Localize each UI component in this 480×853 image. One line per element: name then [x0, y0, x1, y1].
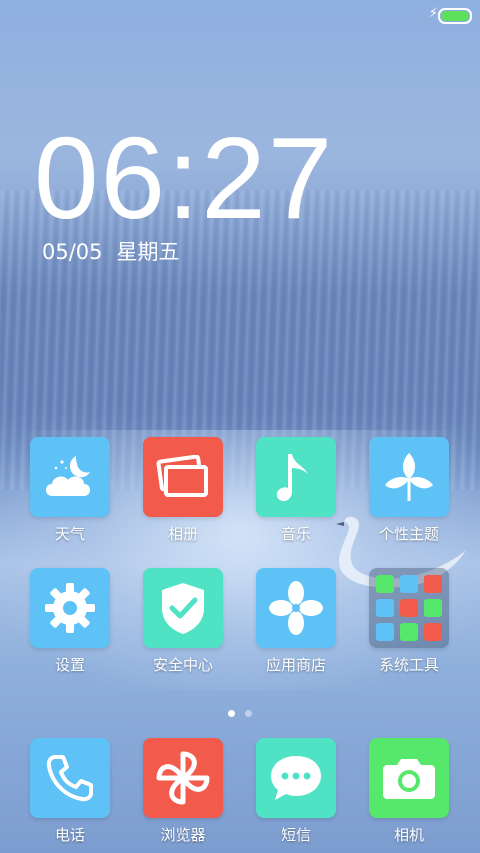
app-label: 相机 [393, 826, 424, 844]
battery-icon [438, 8, 472, 24]
camera-icon [369, 738, 449, 818]
app-label: 天气 [54, 525, 85, 543]
app-themes[interactable]: 个性主题 [354, 437, 464, 544]
app-label: 系统工具 [378, 656, 439, 674]
app-label: 音乐 [280, 525, 311, 543]
camera-mini-icon [376, 623, 394, 641]
app-store-pinwheel-icon [256, 568, 336, 648]
contacts-mini-icon [376, 575, 394, 593]
app-store[interactable]: 应用商店 [241, 568, 351, 675]
phone-icon [30, 738, 110, 818]
music-note-icon [256, 437, 336, 517]
app-label: 短信 [280, 826, 311, 844]
dock-messages[interactable]: 短信 [241, 738, 351, 845]
robot-mini-icon [376, 599, 394, 617]
recorder-mini-icon [400, 623, 418, 641]
security-shield-icon [143, 568, 223, 648]
folder-system-tools[interactable]: 系统工具 [354, 568, 464, 675]
app-label: 浏览器 [160, 826, 206, 844]
dock-browser[interactable]: 浏览器 [128, 738, 238, 845]
status-bar: ⚡ [0, 0, 480, 28]
app-label: 电话 [54, 826, 85, 844]
app-label: 安全中心 [152, 656, 213, 674]
browser-pinwheel-icon [143, 738, 223, 818]
charging-icon: ⚡ [428, 6, 438, 21]
app-label: 设置 [54, 656, 85, 674]
page-dot-2[interactable] [245, 710, 252, 717]
app-settings[interactable]: 设置 [15, 568, 125, 675]
app-gallery[interactable]: 相册 [128, 437, 238, 544]
notes-mini-icon [400, 575, 418, 593]
clock-time: 06:27 [34, 113, 335, 243]
bear-mini-icon [400, 599, 418, 617]
gallery-icon [143, 437, 223, 517]
clock-date: 05/05 星期五 [42, 236, 180, 266]
folder-icon [369, 568, 449, 648]
calendar-mini-icon [424, 575, 442, 593]
page-indicator [0, 702, 480, 721]
app-label: 应用商店 [265, 656, 326, 674]
compass-mini-icon [424, 623, 442, 641]
theme-leaf-icon [369, 437, 449, 517]
page-dot-1[interactable] [228, 710, 235, 717]
weekday-text: 星期五 [116, 240, 180, 264]
battery-level [441, 11, 469, 21]
message-bubble-icon [256, 738, 336, 818]
dock-camera[interactable]: 相机 [354, 738, 464, 845]
app-label: 相册 [167, 525, 198, 543]
settings-gear-icon [30, 568, 110, 648]
date-text: 05/05 [42, 240, 103, 264]
weather-icon [30, 437, 110, 517]
app-security[interactable]: 安全中心 [128, 568, 238, 675]
dock-phone[interactable]: 电话 [15, 738, 125, 845]
app-weather[interactable]: 天气 [15, 437, 125, 544]
app-music[interactable]: 音乐 [241, 437, 351, 544]
flame-mini-icon [424, 599, 442, 617]
app-label: 个性主题 [378, 525, 439, 543]
